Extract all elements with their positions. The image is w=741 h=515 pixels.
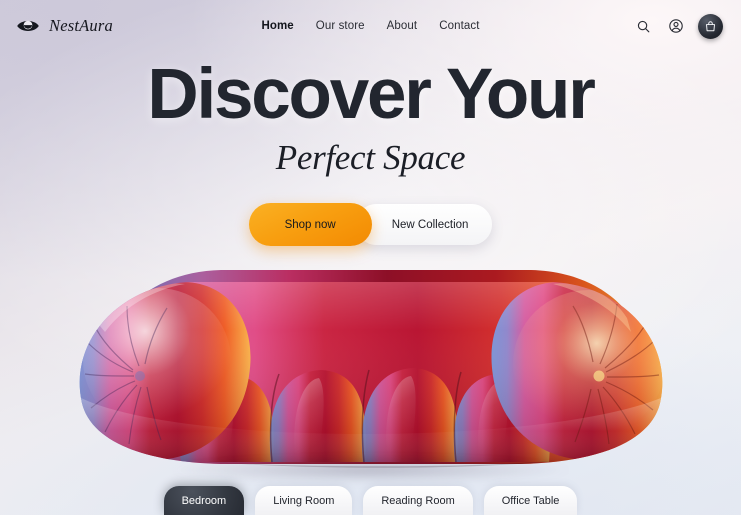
category-chip-office-table[interactable]: Office Table [483,486,578,515]
product-shadow [103,453,638,487]
main-navigation: Home Our store About Contact [261,20,479,32]
page-subtitle: Perfect Space [275,137,466,177]
brand-name: NestAura [49,16,113,35]
nav-item-contact[interactable]: Contact [439,20,479,32]
header-actions [632,13,723,39]
hero-page: NestAura Home Our store About Contact Di… [0,0,741,515]
search-icon [637,20,649,32]
site-header: NestAura Home Our store About Contact [0,0,741,52]
shopping-bag-icon [706,20,715,31]
lens-eye-logo-icon [17,20,39,31]
shop-now-button[interactable]: Shop now [248,203,372,246]
category-chip-bedroom[interactable]: Bedroom [163,486,245,515]
brand-logo[interactable]: NestAura [16,14,113,38]
cart-button[interactable] [698,13,723,39]
new-collection-button[interactable]: New Collection [355,204,493,245]
account-button[interactable] [665,15,687,37]
category-chip-group: Bedroom Living Room Reading Room Office … [0,486,741,515]
search-button[interactable] [632,15,654,37]
page-title: Discover Your [147,55,595,134]
nav-item-home[interactable]: Home [261,20,293,32]
user-account-icon [669,19,683,33]
sofa-illustration [79,270,662,468]
cta-button-group: Shop now New Collection [0,203,741,246]
nav-item-about[interactable]: About [387,20,418,32]
hero-text-block: Discover Your Perfect Space [0,55,741,178]
category-chip-living-room[interactable]: Living Room [255,486,353,515]
product-image [61,248,681,487]
nav-item-our-store[interactable]: Our store [316,20,365,32]
category-chip-reading-room[interactable]: Reading Room [363,486,473,515]
